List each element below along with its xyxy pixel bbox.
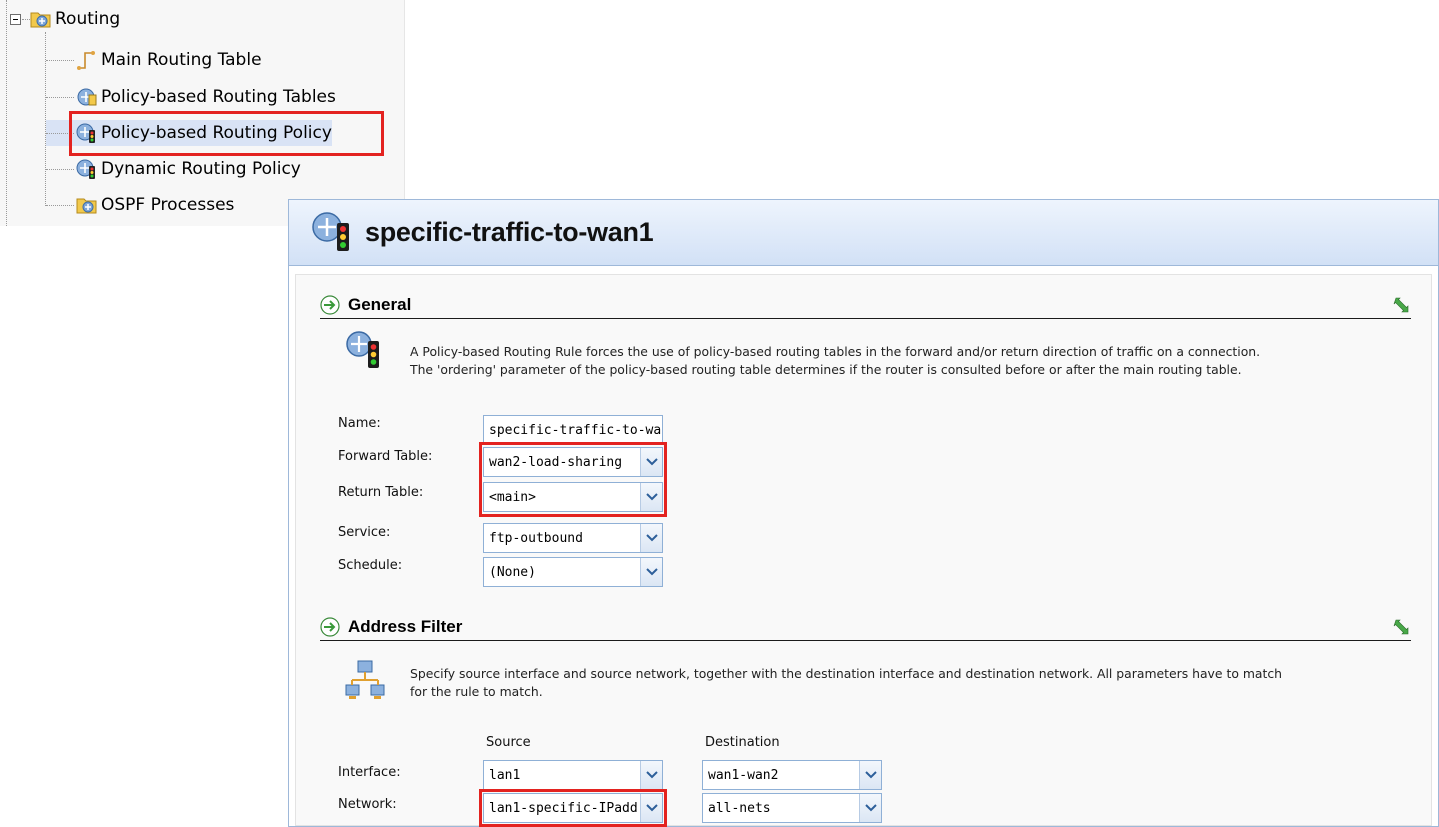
source-interface-select[interactable]: lan1 — [483, 760, 663, 790]
traffic-light-icon — [309, 209, 357, 257]
navigation-tree: Routing Main Routing Table Policy-based … — [0, 0, 405, 226]
tree-item-label: Policy-based Routing Tables — [101, 87, 336, 107]
route-icon — [76, 49, 98, 71]
tree-item-ospf-processes[interactable]: OSPF Processes — [46, 192, 234, 218]
tree-item-dynamic-routing-policy[interactable]: Dynamic Routing Policy — [46, 156, 301, 182]
network-label: Network: — [338, 797, 397, 812]
traffic-light-icon — [76, 158, 98, 180]
chevron-down-icon[interactable] — [640, 483, 662, 511]
chevron-down-icon[interactable] — [640, 761, 662, 789]
service-select[interactable]: ftp-outbound — [483, 523, 663, 553]
tree-item-label: Policy-based Routing Policy — [101, 123, 332, 143]
page-title: specific-traffic-to-wan1 — [365, 217, 654, 247]
return-table-label: Return Table: — [338, 485, 424, 500]
schedule-label: Schedule: — [338, 558, 403, 573]
traffic-light-icon — [76, 122, 98, 144]
tree-guide-line — [6, 0, 7, 226]
schedule-select[interactable]: (None) — [483, 557, 663, 587]
return-table-select[interactable]: <main> — [483, 482, 663, 512]
interface-label: Interface: — [338, 765, 401, 780]
chevron-down-icon[interactable] — [859, 761, 881, 789]
chevron-down-icon[interactable] — [859, 794, 881, 822]
tree-item-policy-based-routing-policy[interactable]: Policy-based Routing Policy — [46, 120, 332, 146]
destination-interface-select[interactable]: wan1-wan2 — [702, 760, 882, 790]
forward-table-select[interactable]: wan2-load-sharing — [483, 447, 663, 477]
chevron-down-icon[interactable] — [640, 558, 662, 586]
source-network-select[interactable]: lan1-specific-IPadd — [483, 793, 663, 823]
name-field[interactable]: specific-traffic-to-wan: — [483, 415, 663, 445]
traffic-light-icon — [346, 331, 379, 368]
forward-table-label: Forward Table: — [338, 449, 433, 464]
collapse-toggle-icon[interactable] — [10, 14, 21, 25]
panel-body: General A Policy-based Routing Rule forc… — [295, 274, 1432, 827]
destination-column-heading: Destination — [705, 735, 780, 750]
panel-header: specific-traffic-to-wan1 — [289, 200, 1438, 266]
destination-network-select[interactable]: all-nets — [702, 793, 882, 823]
section-title: Address Filter — [348, 616, 463, 636]
chevron-down-icon[interactable] — [640, 794, 662, 822]
section-arrow-icon — [320, 616, 340, 637]
tree-item-policy-based-routing-tables[interactable]: Policy-based Routing Tables — [46, 84, 336, 110]
name-label: Name: — [338, 416, 381, 431]
collapse-arrow-icon[interactable] — [1393, 295, 1411, 313]
section-description: Specify source interface and source netw… — [410, 666, 1283, 699]
chevron-down-icon[interactable] — [640, 448, 662, 476]
section-arrow-icon — [320, 294, 340, 315]
properties-panel: specific-traffic-to-wan1 General A Polic… — [288, 199, 1439, 827]
chevron-down-icon[interactable] — [640, 524, 662, 552]
tree-node-label: Routing — [55, 9, 121, 29]
tree-item-main-routing-table[interactable]: Main Routing Table — [46, 47, 262, 73]
section-general-header[interactable]: General — [320, 291, 1411, 319]
section-address-filter-header[interactable]: Address Filter — [320, 613, 1411, 641]
tree-item-label: OSPF Processes — [101, 195, 235, 215]
section-description: A Policy-based Routing Rule forces the u… — [410, 344, 1261, 377]
folder-icon — [30, 8, 52, 30]
section-title: General — [348, 294, 412, 314]
tree-item-label: Main Routing Table — [101, 50, 262, 70]
collapse-arrow-icon[interactable] — [1393, 617, 1411, 635]
tree-node-routing[interactable]: Routing — [30, 6, 120, 32]
folder-icon — [76, 194, 98, 216]
routing-tables-icon — [76, 86, 98, 108]
tree-item-label: Dynamic Routing Policy — [101, 159, 301, 179]
source-column-heading: Source — [486, 735, 531, 750]
network-icon — [345, 660, 385, 699]
service-label: Service: — [338, 525, 391, 540]
